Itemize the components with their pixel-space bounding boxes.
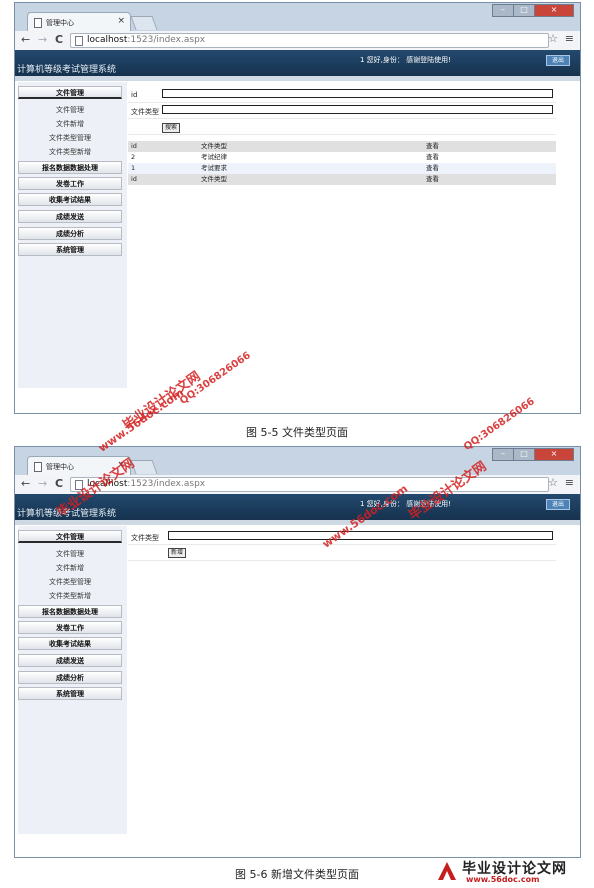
submenu-file-manage[interactable]: 文件管理 (18, 103, 122, 117)
header-divider (15, 76, 580, 81)
bookmark-star-icon[interactable]: ☆ (548, 32, 558, 45)
submenu-filetype-manage[interactable]: 文件类型管理 (18, 131, 122, 145)
grid-header-filetype: 文件类型 (201, 142, 227, 150)
window-controls: – □ × (492, 448, 574, 461)
screenshot-add-file-type-page: 管理中心 × – □ × ← → C localhost:1523/index.… (14, 446, 581, 858)
minimize-button[interactable]: – (492, 448, 514, 461)
browser-toolbar: ← → C localhost:1523/index.aspx ☆ ≡ (15, 31, 580, 51)
bookmark-star-icon[interactable]: ☆ (548, 476, 558, 489)
brand-emblem-icon (438, 862, 456, 880)
address-bar[interactable]: localhost:1523/index.aspx (70, 33, 549, 48)
grid-header-view: 查看 (426, 142, 439, 150)
page-favicon-icon (34, 462, 42, 472)
row-id: 2 (131, 153, 136, 161)
menu-score-analysis[interactable]: 成绩分析 (18, 671, 122, 684)
row-view-link[interactable]: 查看 (426, 152, 439, 163)
page-icon (75, 36, 83, 46)
search-row-id: id (128, 87, 556, 103)
field-label: 文件类型 (131, 534, 159, 542)
submenu-filetype-add[interactable]: 文件类型新增 (18, 145, 122, 159)
menu-system-management[interactable]: 系统管理 (18, 243, 122, 256)
menu-system-management[interactable]: 系统管理 (18, 687, 122, 700)
file-type-grid: id 文件类型 查看 2 考试纪律 查看 1 考试要求 查看 id 文件类型 查… (128, 141, 556, 185)
submenu-filetype-manage[interactable]: 文件类型管理 (18, 575, 122, 589)
filetype-input[interactable] (168, 531, 553, 540)
forward-arrow-icon[interactable]: → (38, 478, 47, 490)
grid-footer-view: 查看 (426, 175, 439, 183)
menu-send-scores[interactable]: 成绩发送 (18, 654, 122, 667)
reload-icon[interactable]: C (55, 478, 63, 490)
browser-menu-icon[interactable]: ≡ (565, 32, 574, 45)
app-header: 计算机等级考试管理系统 1 您好,身份： 感谢登陆使用! 退出 (15, 50, 580, 76)
tab-title: 管理中心 (46, 19, 74, 27)
menu-file-management[interactable]: 文件管理 (18, 86, 122, 99)
maximize-button[interactable]: □ (513, 448, 535, 461)
search-row-filetype: 文件类型 (128, 103, 556, 119)
logout-button[interactable]: 退出 (546, 499, 570, 510)
maximize-button[interactable]: □ (513, 4, 535, 17)
brand-url: www.56doc.com (466, 875, 540, 884)
add-button-row: 新增 (128, 545, 556, 561)
row-filetype: 考试纪律 (201, 153, 227, 161)
filetype-search-input[interactable] (162, 105, 553, 114)
menu-registration-data[interactable]: 报名数据数据处理 (18, 605, 122, 618)
submenu-file-add[interactable]: 文件新增 (18, 561, 122, 575)
submenu-filetype-add[interactable]: 文件类型新增 (18, 589, 122, 603)
grid-footer-id: id (131, 175, 137, 183)
menu-file-management[interactable]: 文件管理 (18, 530, 122, 543)
app-title: 计算机等级考试管理系统 (17, 65, 117, 75)
menu-send-scores[interactable]: 成绩发送 (18, 210, 122, 223)
new-tab-button[interactable] (130, 16, 158, 30)
menu-registration-data[interactable]: 报名数据数据处理 (18, 161, 122, 174)
row-id: 1 (131, 164, 136, 172)
url-text: localhost:1523/index.aspx (87, 35, 206, 45)
back-arrow-icon[interactable]: ← (21, 34, 30, 46)
sidebar: 文件管理 文件管理 文件新增 文件类型管理 文件类型新增 报名数据数据处理 发卷… (18, 82, 127, 388)
app-header: 计算机等级考试管理系统 1 您好,身份： 感谢登陆使用! 退出 (15, 494, 580, 520)
id-search-input[interactable] (162, 89, 553, 98)
page-favicon-icon (34, 18, 42, 28)
table-row: 2 考试纪律 查看 (128, 152, 556, 163)
submenu-file-manage[interactable]: 文件管理 (18, 547, 122, 561)
browser-tab[interactable]: 管理中心 × (27, 12, 131, 31)
header-divider (15, 520, 580, 525)
tab-title: 管理中心 (46, 463, 74, 471)
grid-header-row: id 文件类型 查看 (128, 141, 556, 152)
browser-menu-icon[interactable]: ≡ (565, 476, 574, 489)
row-filetype: 考试要求 (201, 164, 227, 172)
browser-titlebar: 管理中心 × – □ × (15, 3, 580, 31)
tab-close-icon[interactable]: × (117, 16, 125, 26)
grid-footer-row: id 文件类型 查看 (128, 174, 556, 185)
screenshot-file-type-page: 管理中心 × – □ × ← → C localhost:1523/index.… (14, 2, 581, 414)
search-button-row: 搜索 (128, 119, 556, 135)
menu-paper-distribution[interactable]: 发卷工作 (18, 621, 122, 634)
close-window-button[interactable]: × (534, 4, 574, 17)
menu-collect-results[interactable]: 收集考试结果 (18, 637, 122, 650)
close-window-button[interactable]: × (534, 448, 574, 461)
back-arrow-icon[interactable]: ← (21, 478, 30, 490)
logout-button[interactable]: 退出 (546, 55, 570, 66)
menu-score-analysis[interactable]: 成绩分析 (18, 227, 122, 240)
sidebar: 文件管理 文件管理 文件新增 文件类型管理 文件类型新增 报名数据数据处理 发卷… (18, 526, 127, 834)
grid-footer-filetype: 文件类型 (201, 175, 227, 183)
menu-collect-results[interactable]: 收集考试结果 (18, 193, 122, 206)
site-brand-logo: 毕业设计论文网 www.56doc.com (436, 858, 586, 886)
window-controls: – □ × (492, 4, 574, 17)
field-label: 文件类型 (131, 108, 159, 116)
grid-header-id: id (131, 142, 137, 150)
minimize-button[interactable]: – (492, 4, 514, 17)
forward-arrow-icon[interactable]: → (38, 34, 47, 46)
welcome-text: 1 您好,身份： 感谢登陆使用! (360, 56, 451, 64)
submenu-file-add[interactable]: 文件新增 (18, 117, 122, 131)
search-button[interactable]: 搜索 (162, 123, 181, 133)
add-button[interactable]: 新增 (168, 548, 187, 558)
reload-icon[interactable]: C (55, 34, 63, 46)
menu-paper-distribution[interactable]: 发卷工作 (18, 177, 122, 190)
table-row: 1 考试要求 查看 (128, 163, 556, 174)
row-view-link[interactable]: 查看 (426, 163, 439, 174)
field-label: id (131, 91, 138, 99)
